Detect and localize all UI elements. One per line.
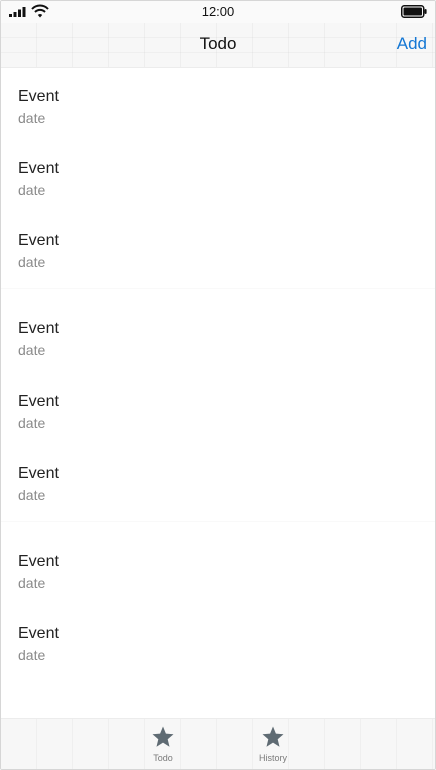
phone-frame: 12:00 Todo Add Event date Event date Eve… <box>0 0 436 770</box>
event-title: Event <box>18 160 59 177</box>
list-item[interactable]: Event date <box>1 160 435 220</box>
star-icon <box>262 726 284 747</box>
page-title: Todo <box>199 34 237 53</box>
tab-todo[interactable]: Todo <box>133 725 193 763</box>
tab-bar: Todo History <box>1 718 435 769</box>
status-bar: 12:00 <box>1 1 435 23</box>
list-item[interactable]: Event date <box>1 393 435 453</box>
event-title: Event <box>18 320 59 337</box>
event-date: date <box>18 110 46 126</box>
list-item[interactable]: Event date <box>1 553 435 613</box>
tab-label: Todo <box>153 753 173 763</box>
event-date: date <box>18 487 46 503</box>
battery-icon <box>401 5 427 18</box>
section-divider <box>1 521 435 522</box>
event-date: date <box>18 647 46 663</box>
event-date: date <box>18 415 46 431</box>
event-title: Event <box>18 465 59 482</box>
list-item[interactable]: Event date <box>1 465 435 525</box>
section-divider <box>1 288 435 289</box>
event-date: date <box>18 182 46 198</box>
list-item[interactable]: Event date <box>1 88 435 148</box>
navigation-bar: Todo Add <box>1 23 435 68</box>
list-item[interactable]: Event date <box>1 320 435 380</box>
event-title: Event <box>18 393 59 410</box>
tab-history[interactable]: History <box>243 725 303 763</box>
event-list: Event date Event date Event date Event d… <box>1 68 435 718</box>
event-date: date <box>18 575 46 591</box>
event-title: Event <box>18 553 59 570</box>
tab-label: History <box>258 753 287 763</box>
status-time: 12:00 <box>201 4 235 19</box>
event-title: Event <box>18 232 59 249</box>
add-button[interactable]: Add <box>397 34 427 54</box>
list-item[interactable]: Event date <box>1 625 435 685</box>
event-title: Event <box>18 88 59 105</box>
star-icon <box>152 726 174 747</box>
event-date: date <box>18 342 46 358</box>
event-title: Event <box>18 625 59 642</box>
event-date: date <box>18 254 46 270</box>
list-item[interactable]: Event date <box>1 232 435 292</box>
